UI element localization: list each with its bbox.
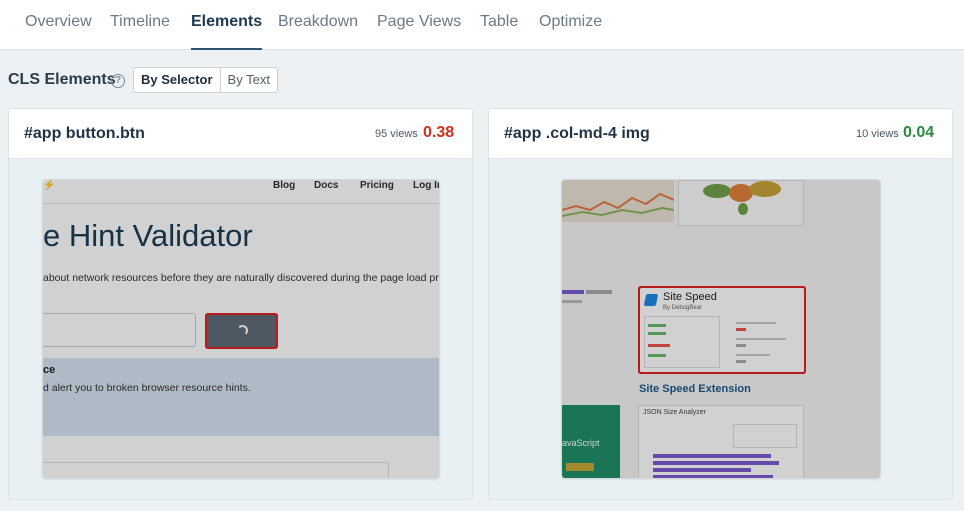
screenshot-bottom-box: [43, 462, 389, 478]
tab-timeline[interactable]: Timeline: [110, 13, 170, 50]
element-selector: #app button.btn: [24, 125, 145, 142]
screenshot-section-title: ce: [43, 364, 56, 376]
tab-bar: Overview Timeline Elements Breakdown Pag…: [0, 0, 964, 50]
screenshot-json-card: JSON Size Analyzer: [638, 405, 804, 478]
screenshot-chart: [562, 180, 674, 222]
screenshot-nav-docs: Docs: [314, 180, 339, 191]
tab-breakdown[interactable]: Breakdown: [278, 13, 358, 50]
json-title: JSON Size Analyzer: [643, 409, 707, 416]
cls-score: 0.04: [903, 124, 935, 141]
screenshot-heading: e Hint Validator: [43, 218, 253, 253]
screenshot-subtext: about network resources before they are …: [43, 272, 440, 284]
element-screenshot: ⚡ Blog Docs Pricing Log In e Hint Valida…: [42, 179, 440, 479]
tab-page-views[interactable]: Page Views: [377, 13, 461, 50]
by-selector-button[interactable]: By Selector: [134, 68, 221, 92]
screenshot-nav-login: Log In: [413, 180, 440, 191]
tab-optimize[interactable]: Optimize: [539, 13, 602, 50]
cls-element-card: #app .col-md-4 img 10 views 0.04 Site Sp…: [488, 108, 953, 500]
cls-score: 0.38: [423, 124, 455, 141]
js-text: avaScript: [562, 438, 600, 448]
screenshot-section-text: d alert you to broken browser resource h…: [43, 382, 251, 394]
question-circle-icon[interactable]: ?: [111, 74, 125, 88]
view-count: 95 views: [375, 128, 418, 140]
ext-caption: Site Speed Extension: [639, 383, 751, 395]
element-screenshot: Site Speed By DebugBear Site Speed Exten…: [561, 179, 881, 479]
screenshot-map: [678, 180, 804, 226]
element-selector: #app .col-md-4 img: [504, 125, 650, 142]
tab-elements[interactable]: Elements: [191, 13, 263, 50]
screenshot-url-input: [43, 313, 196, 347]
bolt-icon: ⚡: [43, 180, 56, 191]
screenshot-nav-blog: Blog: [273, 180, 296, 191]
card-header: #app .col-md-4 img 10 views 0.04: [489, 109, 952, 159]
view-count: 10 views: [856, 128, 899, 140]
cls-element-card: #app button.btn 95 views 0.38 ⚡ Blog Doc…: [8, 108, 473, 500]
by-text-button[interactable]: By Text: [221, 68, 277, 92]
tab-table[interactable]: Table: [480, 13, 518, 50]
screenshot-js-card: avaScript: [562, 405, 620, 478]
screenshot-nav-pricing: Pricing: [360, 180, 394, 191]
screenshot-feature-section: [43, 358, 439, 436]
grouping-toggle: By Selector By Text: [133, 67, 278, 93]
tab-overview[interactable]: Overview: [25, 13, 92, 50]
section-title: CLS Elements: [8, 71, 116, 88]
card-header: #app button.btn 95 views 0.38: [9, 109, 472, 159]
card-body: ⚡ Blog Docs Pricing Log In e Hint Valida…: [9, 159, 472, 499]
card-body: Site Speed By DebugBear Site Speed Exten…: [489, 159, 952, 499]
